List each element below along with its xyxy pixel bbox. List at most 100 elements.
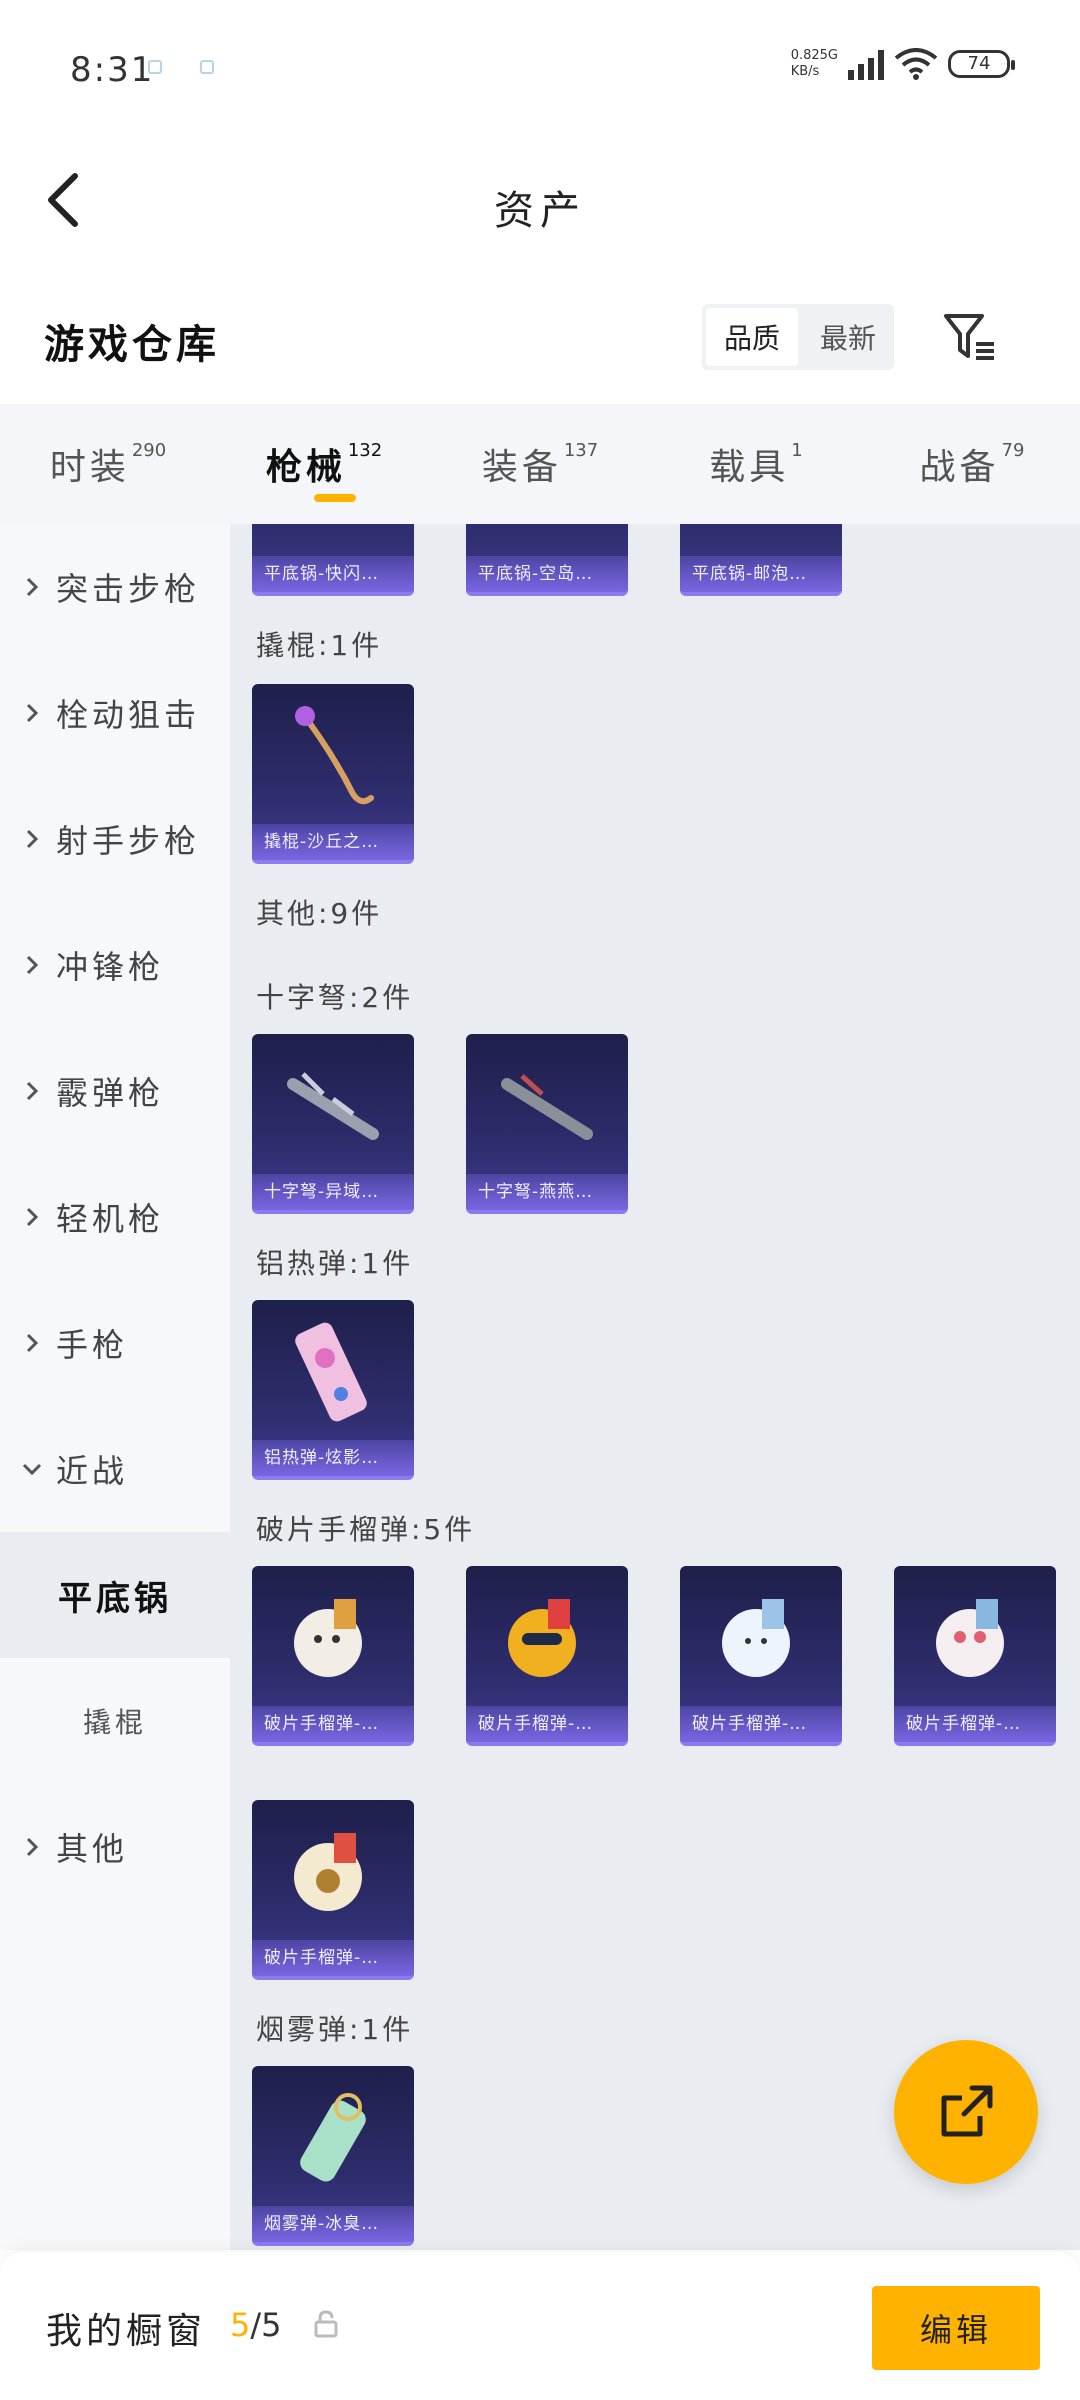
network-speed: 0.825G KB/s (790, 48, 838, 79)
share-fab[interactable] (894, 2040, 1038, 2184)
sidebar-item-assault-rifle[interactable]: 突击步枪 (0, 524, 230, 650)
sidebar-item-smg[interactable]: 冲锋枪 (0, 902, 230, 1028)
item-card[interactable]: 十字弩-燕燕… (466, 1034, 628, 1214)
group-title: 其他:9件 (256, 897, 383, 930)
sort-toggle: 品质 最新 (702, 304, 894, 370)
tab-count: 132 (347, 439, 383, 461)
frying-pan-icon (466, 524, 628, 556)
frying-pan-icon (252, 524, 414, 556)
item-card[interactable]: 烟雾弹-冰臭… (252, 2066, 414, 2246)
group-title: 破片手榴弹:5件 (256, 1513, 476, 1546)
item-card[interactable]: 破片手榴弹-… (466, 1566, 628, 1746)
sidebar-item-pistol[interactable]: 手枪 (0, 1280, 230, 1406)
chevron-right-icon (22, 577, 42, 597)
page-title: 资产 (494, 188, 586, 234)
frag-grenade-icon (894, 1566, 1056, 1706)
battery-icon: 74 (948, 50, 1015, 78)
showcase-current: 5 (230, 2306, 251, 2344)
status-bar: 8:31 0.825G KB/s 74 (0, 0, 1080, 140)
tab-fashion[interactable]: 时装 290 (0, 404, 216, 524)
sidebar-item-label: 霰弹枪 (56, 1074, 165, 1112)
showcase-total: /5 (250, 2306, 282, 2344)
sidebar-subitem-crowbar[interactable]: 撬棍 (0, 1658, 230, 1784)
chevron-down-icon (22, 1459, 42, 1479)
thermite-grenade-icon (252, 1300, 414, 1440)
group-title: 撬棍:1件 (256, 629, 383, 662)
sidebar-item-label: 平底锅 (58, 1578, 172, 1619)
item-card-label: 平底锅-空岛… (466, 556, 628, 592)
sidebar-item-label: 轻机枪 (56, 1200, 165, 1238)
tab-vehicles[interactable]: 载具 1 (648, 404, 864, 524)
chevron-right-icon (22, 1081, 42, 1101)
sidebar-item-bolt-sniper[interactable]: 栓动狙击 (0, 650, 230, 776)
sidebar-item-label: 撬棍 (82, 1706, 147, 1739)
sidebar-item-label: 其他 (56, 1830, 129, 1868)
frag-grenade-icon (680, 1566, 842, 1706)
filter-icon[interactable] (942, 310, 998, 364)
item-card-label: 铝热弹-炫影… (252, 1440, 414, 1476)
item-card-label: 平底锅-邮泡… (680, 556, 842, 592)
item-card-label: 撬棍-沙丘之… (252, 824, 414, 860)
tab-active-indicator (314, 494, 356, 502)
smoke-grenade-icon (252, 2066, 414, 2206)
crossbow-icon (466, 1034, 628, 1174)
tab-label: 载具 (709, 447, 790, 488)
tab-count: 290 (131, 439, 167, 461)
item-grid-area: 平底锅-快闪… 平底锅-空岛… 平底锅-邮泡… 撬棍:1件 撬棍-沙丘之… 其他… (230, 524, 1080, 2250)
group-title: 铝热弹:1件 (256, 1247, 414, 1280)
tab-equipment[interactable]: 装备 137 (432, 404, 648, 524)
showcase-count: 5/5 (230, 2306, 282, 2344)
item-card[interactable]: 十字弩-异域… (252, 1034, 414, 1214)
sidebar-item-other[interactable]: 其他 (0, 1784, 230, 1910)
item-card[interactable]: 平底锅-快闪… (252, 524, 414, 596)
sidebar-item-melee[interactable]: 近战 (0, 1406, 230, 1532)
item-card-label: 破片手榴弹-… (894, 1706, 1056, 1742)
item-card[interactable]: 平底锅-空岛… (466, 524, 628, 596)
sort-option-newest[interactable]: 最新 (802, 304, 894, 370)
item-card[interactable]: 撬棍-沙丘之… (252, 684, 414, 864)
item-card-label: 破片手榴弹-… (466, 1706, 628, 1742)
item-card[interactable]: 破片手榴弹-… (252, 1800, 414, 1980)
sort-option-quality[interactable]: 品质 (706, 308, 798, 366)
status-indicators: 0.825G KB/s 74 (790, 48, 1015, 80)
wifi-icon (894, 48, 938, 80)
tab-label: 时装 (49, 447, 130, 488)
chevron-right-icon (22, 1207, 42, 1227)
item-card[interactable]: 破片手榴弹-… (894, 1566, 1056, 1746)
crowbar-icon (252, 684, 414, 824)
item-card[interactable]: 破片手榴弹-… (252, 1566, 414, 1746)
showcase-label: 我的橱窗 (46, 2311, 207, 2352)
chevron-right-icon (22, 829, 42, 849)
crossbow-icon (252, 1034, 414, 1174)
tab-label: 战备 (919, 447, 1000, 488)
chevron-right-icon (22, 955, 42, 975)
weapon-category-sidebar: 突击步枪 栓动狙击 射手步枪 冲锋枪 霰弹枪 轻机枪 手枪 近战 平底锅 撬棍 … (0, 524, 230, 2250)
sidebar-item-label: 近战 (56, 1452, 129, 1490)
item-card-label: 十字弩-燕燕… (466, 1174, 628, 1210)
sidebar-item-label: 射手步枪 (56, 822, 201, 860)
item-card[interactable]: 铝热弹-炫影… (252, 1300, 414, 1480)
sidebar-item-label: 手枪 (56, 1326, 129, 1364)
group-title: 烟雾弹:1件 (256, 2013, 414, 2046)
chevron-right-icon (22, 1837, 42, 1857)
category-tabs: 时装 290 枪械 132 装备 137 载具 1 战备 79 (0, 404, 1080, 524)
section-header: 游戏仓库 品质 最新 (0, 290, 1080, 400)
sidebar-item-shotgun[interactable]: 霰弹枪 (0, 1028, 230, 1154)
chevron-right-icon (22, 1333, 42, 1353)
tab-combat-gear[interactable]: 战备 79 (864, 404, 1080, 524)
item-card[interactable]: 平底锅-邮泡… (680, 524, 842, 596)
sidebar-item-lmg[interactable]: 轻机枪 (0, 1154, 230, 1280)
tab-firearms[interactable]: 枪械 132 (216, 404, 432, 524)
item-card-label: 破片手榴弹-… (252, 1940, 414, 1976)
tab-count: 137 (563, 439, 599, 461)
notification-icon (200, 60, 214, 74)
edit-button[interactable]: 编辑 (872, 2286, 1040, 2370)
chevron-right-icon (22, 703, 42, 723)
item-card-label: 烟雾弹-冰臭… (252, 2206, 414, 2242)
item-card[interactable]: 破片手榴弹-… (680, 1566, 842, 1746)
signal-icon (848, 48, 884, 80)
sidebar-item-marksman-rifle[interactable]: 射手步枪 (0, 776, 230, 902)
group-title: 十字弩:2件 (256, 981, 414, 1014)
tab-label: 装备 (481, 447, 562, 488)
sidebar-subitem-frying-pan[interactable]: 平底锅 (0, 1532, 230, 1658)
